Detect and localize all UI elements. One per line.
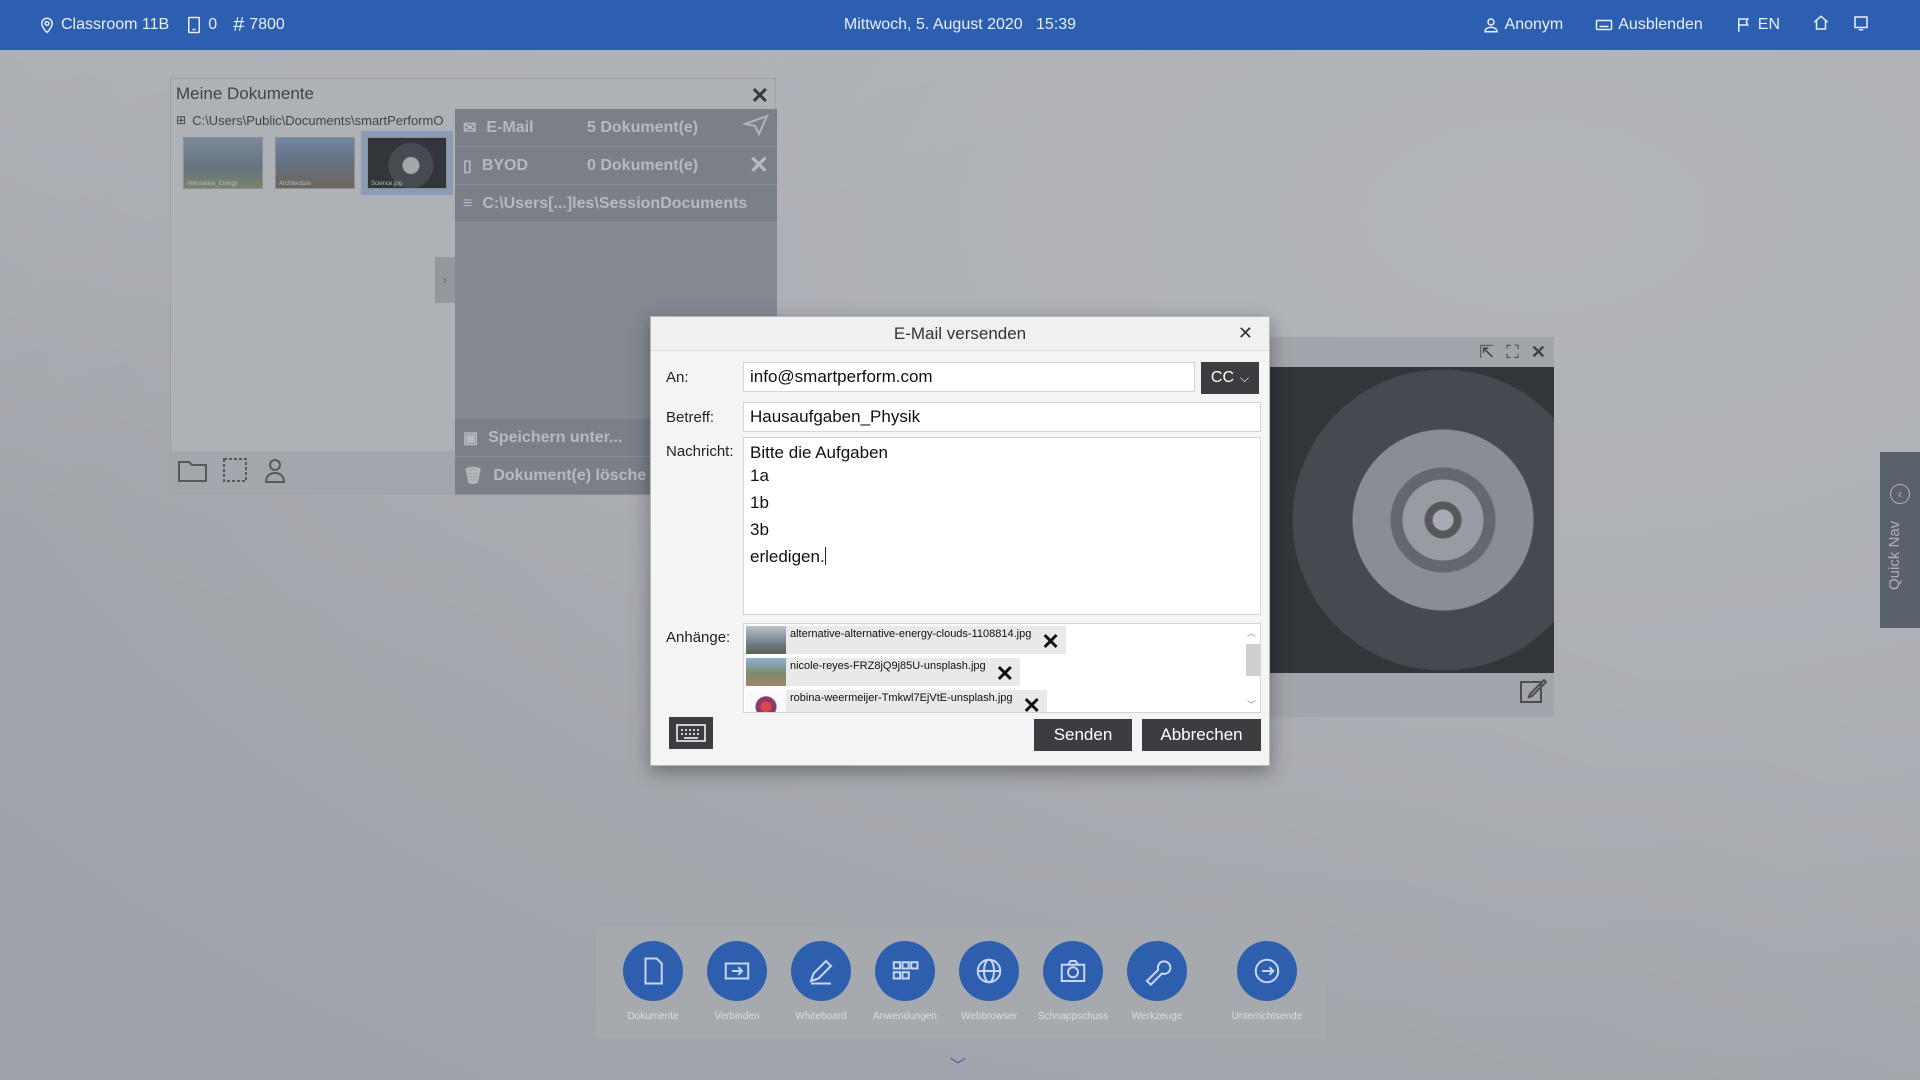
attachment-thumbnail bbox=[746, 626, 786, 654]
subject-field[interactable]: Hausaufgaben_Physik bbox=[743, 402, 1261, 432]
location-pin-icon bbox=[40, 17, 54, 34]
dock-tools-button[interactable]: Werkzeuge bbox=[1126, 941, 1188, 1022]
screen-icon[interactable] bbox=[1852, 14, 1870, 37]
location-indicator[interactable]: Classroom 11B bbox=[38, 16, 169, 34]
chevron-down-icon[interactable]: ﹀ bbox=[950, 1052, 966, 1076]
camera-icon bbox=[1060, 960, 1086, 982]
dock-snapshot-button[interactable]: Schnappschuss bbox=[1038, 941, 1108, 1022]
grid-icon bbox=[892, 961, 919, 980]
cc-dropdown[interactable]: CC ⌵ bbox=[1201, 362, 1259, 394]
attachment-item: alternative-alternative-energy-clouds-11… bbox=[746, 626, 1066, 654]
wrench-icon bbox=[1145, 960, 1172, 986]
user-label: Anonym bbox=[1504, 16, 1564, 33]
keyboard-button[interactable] bbox=[669, 717, 713, 749]
bottom-dock: Dokumente Verbinden Whiteboard Anwendung… bbox=[596, 927, 1326, 1039]
dock-end-lesson-button[interactable]: Unterrichtsende bbox=[1232, 941, 1302, 1022]
dialog-title: E-Mail versenden bbox=[651, 317, 1269, 351]
attachment-thumbnail bbox=[746, 690, 786, 712]
user-button[interactable]: Anonym bbox=[1482, 16, 1564, 34]
send-button[interactable]: Senden bbox=[1034, 719, 1132, 751]
attachment-item: nicole-reyes-FRZ8jQ9j85U-unsplash.jpg ✕ bbox=[746, 658, 1021, 686]
subject-label: Betreff: bbox=[666, 409, 715, 426]
remove-attachment-icon[interactable]: ✕ bbox=[1035, 626, 1065, 654]
top-bar: Classroom 11B 0 # 7800 Mittwoch, 5. Augu… bbox=[0, 0, 1920, 50]
datetime: Mittwoch, 5. August 2020 15:39 bbox=[843, 16, 1077, 33]
dock-label: Werkzeuge bbox=[1131, 1011, 1183, 1022]
scroll-down-icon[interactable]: ﹀ bbox=[1247, 698, 1256, 711]
keyboard-icon bbox=[676, 724, 706, 742]
attachment-item: robina-weermeijer-Tmkwl7EjVtE-unsplash.j… bbox=[746, 690, 1047, 713]
tablet-icon bbox=[188, 16, 201, 34]
dock-connect-button[interactable]: Verbinden bbox=[706, 941, 768, 1022]
connect-icon bbox=[724, 962, 750, 980]
dialog-close-icon[interactable]: ✕ bbox=[1238, 323, 1253, 344]
message-line: Bitte die Aufgaben bbox=[750, 443, 889, 462]
text-caret bbox=[824, 547, 826, 565]
attachment-name: nicole-reyes-FRZ8jQ9j85U-unsplash.jpg bbox=[790, 660, 986, 672]
attachment-name: robina-weermeijer-Tmkwl7EjVtE-unsplash.j… bbox=[790, 692, 1013, 704]
scrollbar-thumb[interactable] bbox=[1246, 644, 1260, 676]
chevron-down-icon: ⌵ bbox=[1240, 370, 1250, 385]
message-line: erledigen. bbox=[750, 547, 825, 566]
remove-attachment-icon[interactable]: ✕ bbox=[1017, 690, 1047, 713]
message-label: Nachricht: bbox=[666, 443, 734, 460]
cancel-button[interactable]: Abbrechen bbox=[1142, 719, 1261, 751]
keyboard-hide-icon bbox=[1596, 19, 1613, 31]
flag-icon bbox=[1737, 18, 1749, 32]
location-label: Classroom 11B bbox=[61, 16, 170, 33]
hide-label: Ausblenden bbox=[1618, 16, 1703, 33]
to-field[interactable]: info@smartperform.com bbox=[743, 362, 1195, 392]
message-line: 1a bbox=[750, 466, 769, 485]
scroll-up-icon[interactable]: ︿ bbox=[1247, 626, 1256, 639]
message-line: 3b bbox=[750, 520, 769, 539]
attachments-label: Anhänge: bbox=[666, 629, 731, 646]
hide-button[interactable]: Ausblenden bbox=[1595, 16, 1703, 34]
email-dialog: E-Mail versenden ✕ An: info@smartperform… bbox=[650, 316, 1270, 766]
dock-label: Unterrichtsende bbox=[1231, 1011, 1303, 1022]
message-textarea[interactable]: Bitte die Aufgaben 1a 1b 3b erledigen. bbox=[743, 437, 1261, 615]
attachment-thumbnail bbox=[746, 658, 786, 686]
dock-webbrowser-button[interactable]: Webbrowser bbox=[958, 941, 1020, 1022]
hash-icon: # bbox=[233, 13, 245, 36]
globe-icon bbox=[976, 958, 1002, 984]
remove-attachment-icon[interactable]: ✕ bbox=[990, 658, 1020, 686]
message-line: 1b bbox=[750, 493, 769, 512]
exit-icon bbox=[1254, 958, 1280, 984]
to-label: An: bbox=[666, 369, 689, 386]
attachments-list[interactable]: alternative-alternative-energy-clouds-11… bbox=[743, 623, 1261, 713]
language-label: EN bbox=[1757, 16, 1780, 33]
attachment-name: alternative-alternative-energy-clouds-11… bbox=[790, 628, 1032, 640]
home-icon[interactable] bbox=[1812, 14, 1830, 37]
session-code-indicator[interactable]: # 7800 bbox=[233, 14, 285, 37]
cc-label: CC bbox=[1210, 369, 1234, 386]
user-icon bbox=[1483, 18, 1498, 33]
dock-documents-button[interactable]: Dokumente bbox=[622, 941, 684, 1022]
attachments-scrollbar[interactable]: ︿ ﹀ bbox=[1242, 624, 1260, 712]
devices-indicator[interactable]: 0 bbox=[185, 16, 217, 34]
document-icon bbox=[644, 957, 663, 985]
session-code: 7800 bbox=[249, 16, 285, 33]
pencil-icon bbox=[809, 959, 833, 985]
language-button[interactable]: EN bbox=[1735, 16, 1780, 34]
dock-whiteboard-button[interactable]: Whiteboard bbox=[790, 941, 852, 1022]
dock-applications-button[interactable]: Anwendungen bbox=[873, 941, 937, 1022]
devices-count: 0 bbox=[208, 16, 218, 33]
